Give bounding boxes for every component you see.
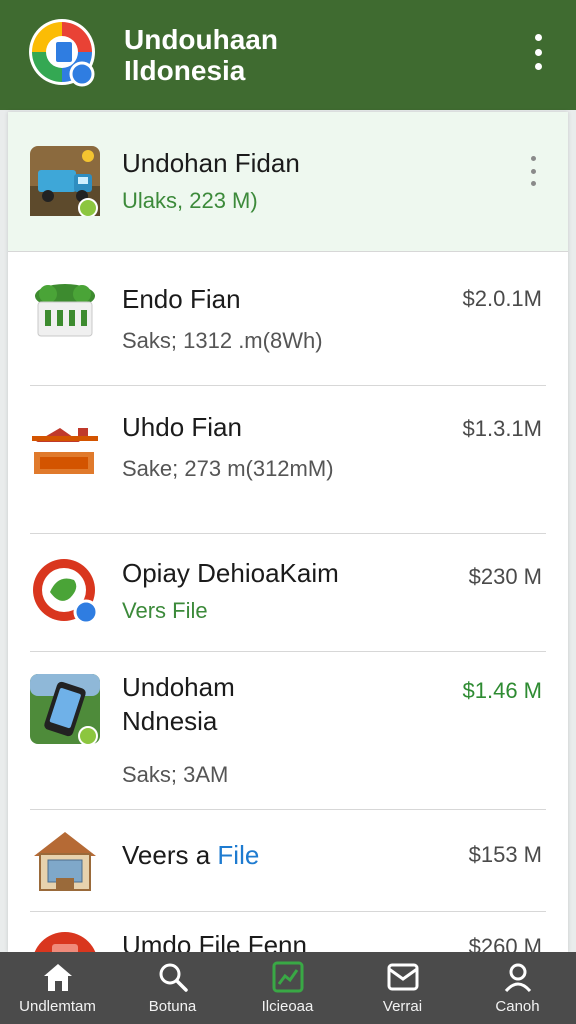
list-item[interactable]: Uhdo Fian Sake; 273 m(312mM) $1.3.1M bbox=[8, 386, 568, 534]
item-title: Undoham Ndnesia bbox=[122, 672, 235, 736]
item-subtitle: Saks; 3AM bbox=[122, 762, 229, 787]
item-title: Uhdo Fian bbox=[122, 412, 242, 442]
app-title: Undouhaan Ildonesia bbox=[124, 24, 278, 86]
nav-item-search[interactable]: Botuna bbox=[115, 952, 230, 1024]
list-item[interactable]: Opiay DehioaKaim Vers File $230 M bbox=[8, 534, 568, 652]
nav-item-stats[interactable]: Ilcieoaa bbox=[230, 952, 345, 1024]
search-icon bbox=[159, 963, 188, 992]
nav-label: Canoh bbox=[495, 998, 540, 1015]
chart-icon bbox=[272, 961, 304, 993]
list-item[interactable]: Umdo File Fenn $260 M bbox=[8, 912, 568, 952]
nav-label: Undlemtam bbox=[19, 998, 96, 1015]
item-price: $230 M bbox=[468, 564, 542, 589]
item-price: $260 M bbox=[468, 934, 542, 952]
overflow-menu-icon[interactable] bbox=[522, 30, 554, 74]
nav-item-profile[interactable]: Canoh bbox=[460, 952, 575, 1024]
house-icon bbox=[34, 832, 96, 891]
list-item[interactable]: Endo Fian Saks; 1312 .m(8Wh) $2.0.1M bbox=[8, 252, 568, 386]
list-item[interactable]: Veers a File $153 M bbox=[8, 810, 568, 912]
item-price: $1.46 M bbox=[462, 678, 543, 703]
item-price: $153 M bbox=[468, 842, 542, 867]
plant-icon bbox=[35, 284, 95, 337]
item-subtitle: Sake; 273 m(312mM) bbox=[122, 456, 334, 481]
item-subtitle: Ulaks, 223 M) bbox=[122, 188, 258, 213]
nav-label: Botuna bbox=[148, 998, 197, 1015]
item-price: $1.3.1M bbox=[462, 416, 543, 441]
home-icon bbox=[44, 964, 72, 991]
bottom-navigation: Undlemtam Botuna Ilcieoaa Verrai Canoh bbox=[0, 952, 576, 1024]
list-item[interactable]: Undohan Fidan Ulaks, 223 M) bbox=[8, 112, 568, 252]
app-logo-icon bbox=[29, 19, 95, 87]
list-item[interactable]: Undoham Ndnesia Saks; 3AM $1.46 M bbox=[8, 652, 568, 810]
item-menu-icon[interactable] bbox=[526, 156, 540, 186]
item-title: Endo Fian bbox=[122, 284, 241, 314]
shield-badge-icon bbox=[33, 559, 99, 625]
item-subtitle: Vers File bbox=[122, 598, 208, 623]
inbox-icon bbox=[387, 963, 419, 991]
item-subtitle: Saks; 1312 .m(8Wh) bbox=[122, 328, 323, 353]
red-app-icon bbox=[34, 932, 96, 952]
nav-item-home[interactable]: Undlemtam bbox=[0, 952, 115, 1024]
item-title-prefix: Veers a bbox=[122, 840, 211, 870]
app-header: Undouhaan Ildonesia bbox=[0, 0, 576, 110]
profile-icon bbox=[504, 963, 532, 993]
item-title: Opiay DehioaKaim bbox=[122, 558, 339, 588]
nav-label: Ilcieoaa bbox=[261, 998, 314, 1015]
item-title: Umdo File Fenn bbox=[122, 930, 307, 952]
phone-icon bbox=[30, 674, 100, 744]
file-link[interactable]: File bbox=[217, 840, 259, 870]
truck-icon bbox=[30, 146, 100, 216]
item-title: Veers a File bbox=[122, 838, 259, 872]
item-price: $2.0.1M bbox=[462, 286, 543, 311]
nav-item-inbox[interactable]: Verrai bbox=[345, 952, 460, 1024]
download-list: Undohan Fidan Ulaks, 223 M) Endo Fian Sa… bbox=[8, 112, 568, 952]
house-sign-icon bbox=[32, 428, 98, 474]
item-title: Undohan Fidan bbox=[122, 148, 300, 178]
nav-label: Verrai bbox=[382, 998, 423, 1015]
